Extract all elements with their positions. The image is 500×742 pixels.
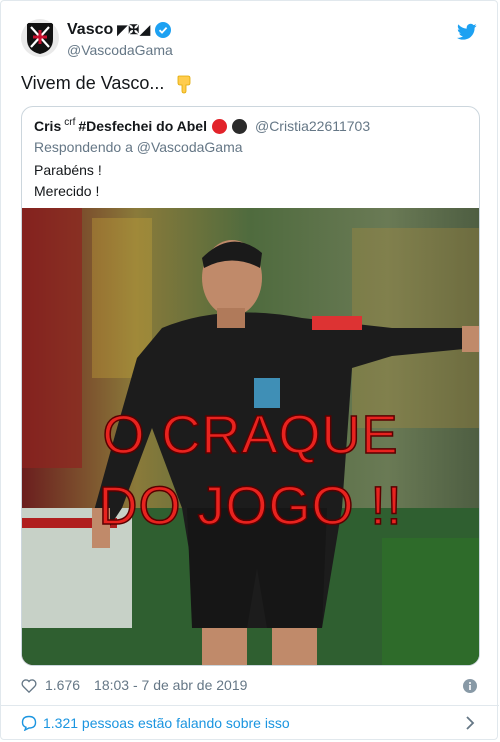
point-down-hand-icon [178,75,191,94]
embedded-tweet-card: Vasco ◤✠◢ @VascodaGama Vivem de Vasco...… [0,0,499,740]
conversation-link[interactable]: 1.321 pessoas estão falando sobre isso [21,715,290,731]
chevron-right-icon[interactable] [465,716,475,730]
tweet-text: Vivem de Vasco... [21,73,193,94]
quoted-author-handle: @Cristia22611703 [254,118,371,134]
author-name-badges: ◤✠◢ [117,22,152,37]
heart-icon[interactable] [21,678,37,693]
quoted-author-name: Cris [34,118,62,134]
quoted-text-line1: Parabéns ! [34,162,102,178]
author-name[interactable]: Vasco [67,21,113,39]
quoted-author-name-rest: #Desfechei do Abel [78,118,207,134]
quoted-tweet[interactable]: Cris crf #Desfechei do Abel @Cristia2261… [21,106,480,666]
quoted-media-photo[interactable]: O CRAQUE DO JOGO !! [22,208,479,665]
overlay-caption-line1: O CRAQUE [102,404,399,466]
verified-badge-icon [155,22,172,38]
conversation-text[interactable]: 1.321 pessoas estão falando sobre isso [43,715,290,731]
author-name-row[interactable]: Vasco ◤✠◢ [67,21,172,39]
like-count[interactable]: 1.676 [45,677,80,693]
quoted-author-row[interactable]: Cris crf #Desfechei do Abel @Cristia2261… [34,116,371,135]
overlay-caption-line2: DO JOGO !! [98,475,403,537]
info-icon[interactable] [463,679,477,693]
footer-divider [1,705,499,706]
tweet-footer: 1.676 18:03 - 7 de abr de 2019 [21,677,247,693]
author-handle[interactable]: @VascodaGama [67,42,173,58]
quoted-text-line2: Merecido ! [34,183,100,199]
red-circle-icon [211,118,227,134]
vasco-crest-icon [27,23,53,54]
black-circle-icon [231,118,247,134]
quoted-author-name-sup: crf [64,116,76,128]
timestamp[interactable]: 18:03 - 7 de abr de 2019 [94,677,247,693]
avatar[interactable] [21,19,59,57]
twitter-bird-icon[interactable] [457,23,477,41]
quoted-reply-context: Respondendo a @VascodaGama [34,139,243,155]
reply-bubble-icon [21,715,37,731]
tweet-body: Vivem de Vasco... [21,73,165,93]
